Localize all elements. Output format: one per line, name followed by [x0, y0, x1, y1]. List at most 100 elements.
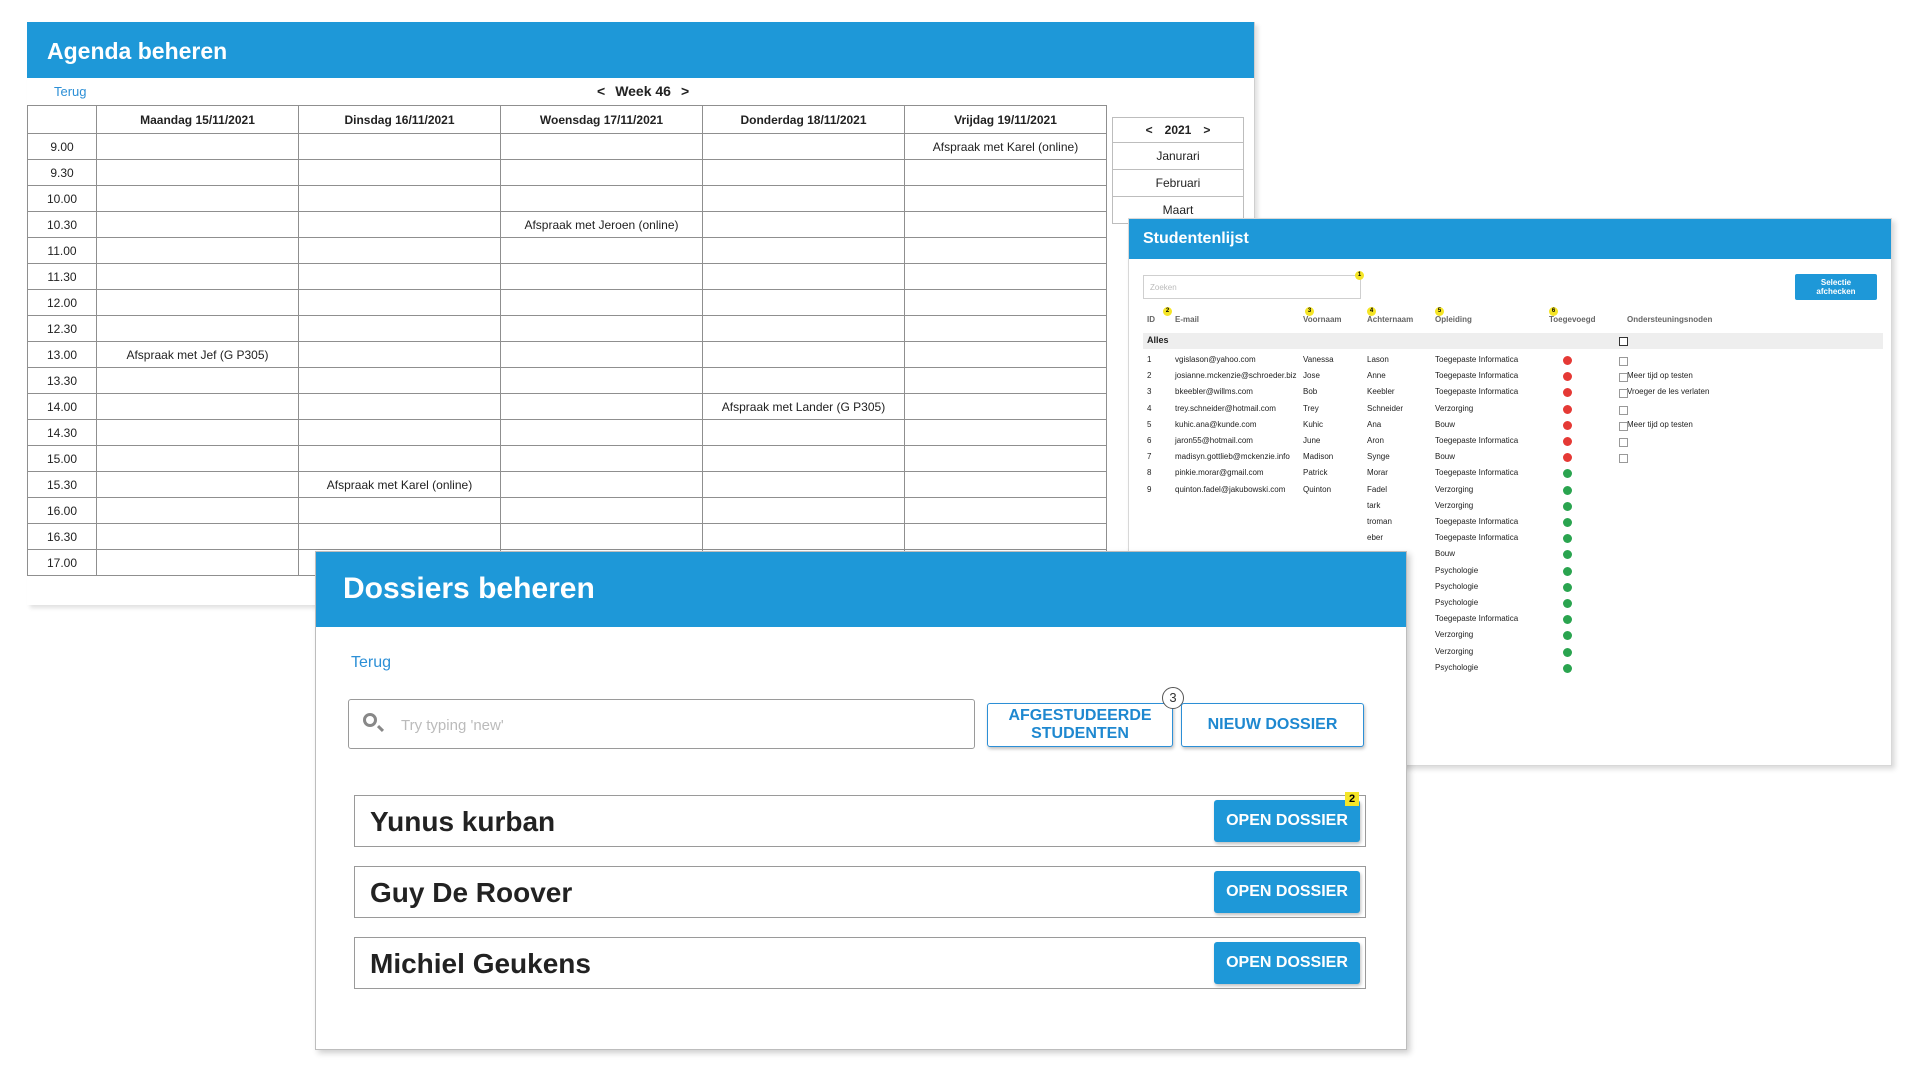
calendar-slot[interactable] [500, 237, 703, 264]
calendar-slot[interactable] [500, 159, 703, 186]
week-prev-button[interactable]: < [597, 83, 605, 99]
calendar-slot[interactable] [298, 159, 501, 186]
calendar-slot[interactable] [96, 133, 299, 160]
calendar-slot[interactable] [96, 393, 299, 420]
calendar-slot[interactable] [702, 159, 905, 186]
graduated-students-button[interactable]: AFGESTUDEERDE STUDENTEN [987, 703, 1173, 747]
calendar-slot[interactable] [904, 445, 1107, 472]
year-prev-button[interactable]: < [1146, 123, 1153, 137]
calendar-slot[interactable] [904, 523, 1107, 550]
uncheck-selection-button[interactable]: Selectie afchecken [1795, 274, 1877, 300]
calendar-slot[interactable] [96, 211, 299, 238]
calendar-slot[interactable] [96, 159, 299, 186]
student-checkbox[interactable] [1619, 373, 1628, 383]
open-dossier-button[interactable]: OPEN DOSSIER [1214, 871, 1360, 913]
student-checkbox[interactable] [1619, 438, 1628, 447]
calendar-slot[interactable] [702, 289, 905, 316]
week-next-button[interactable]: > [681, 83, 689, 99]
student-checkbox[interactable] [1619, 454, 1628, 464]
calendar-slot[interactable] [702, 315, 905, 342]
calendar-slot[interactable] [904, 471, 1107, 498]
calendar-slot[interactable] [904, 393, 1107, 420]
calendar-slot[interactable] [96, 471, 299, 498]
calendar-slot[interactable] [904, 419, 1107, 446]
dossiers-back-link[interactable]: Terug [351, 654, 391, 672]
dossier-search-input[interactable] [399, 712, 963, 738]
calendar-slot[interactable] [298, 341, 501, 368]
calendar-slot[interactable] [500, 315, 703, 342]
calendar-slot[interactable] [298, 393, 501, 420]
calendar-slot[interactable] [96, 237, 299, 264]
calendar-slot[interactable] [904, 367, 1107, 394]
calendar-slot[interactable] [298, 185, 501, 212]
calendar-slot[interactable] [298, 211, 501, 238]
calendar-slot[interactable] [702, 263, 905, 290]
calendar-slot[interactable] [702, 419, 905, 446]
col-id[interactable]: ID [1147, 315, 1155, 324]
student-checkbox[interactable] [1619, 357, 1628, 366]
calendar-slot[interactable] [298, 419, 501, 446]
month-item[interactable]: Janurari [1112, 143, 1244, 170]
calendar-slot[interactable] [702, 445, 905, 472]
col-study[interactable]: Opleiding [1435, 315, 1472, 324]
calendar-slot[interactable] [500, 419, 703, 446]
agenda-back-link[interactable]: Terug [54, 84, 87, 99]
calendar-slot[interactable] [298, 289, 501, 316]
calendar-slot[interactable] [96, 185, 299, 212]
calendar-slot[interactable] [904, 211, 1107, 238]
calendar-slot[interactable] [298, 237, 501, 264]
calendar-slot[interactable] [298, 523, 501, 550]
calendar-slot[interactable] [96, 445, 299, 472]
calendar-slot[interactable] [298, 315, 501, 342]
year-next-button[interactable]: > [1203, 123, 1210, 137]
calendar-slot[interactable]: Afspraak met Karel (online) [904, 133, 1107, 160]
calendar-slot[interactable] [702, 237, 905, 264]
calendar-slot[interactable] [702, 367, 905, 394]
calendar-slot[interactable] [500, 393, 703, 420]
calendar-slot[interactable] [904, 315, 1107, 342]
calendar-slot[interactable] [298, 133, 501, 160]
col-firstname[interactable]: Voornaam [1303, 315, 1342, 324]
calendar-slot[interactable] [500, 523, 703, 550]
appointment[interactable]: Afspraak met Karel (online) [327, 478, 472, 492]
calendar-slot[interactable]: Afspraak met Lander (G P305) [702, 393, 905, 420]
col-email[interactable]: E-mail [1175, 315, 1199, 324]
calendar-slot[interactable] [904, 237, 1107, 264]
appointment[interactable]: Afspraak met Jef (G P305) [126, 348, 268, 362]
calendar-slot[interactable] [500, 289, 703, 316]
calendar-slot[interactable] [702, 133, 905, 160]
calendar-slot[interactable] [500, 367, 703, 394]
student-checkbox[interactable] [1619, 421, 1628, 431]
student-checkbox[interactable] [1619, 389, 1628, 399]
appointment[interactable]: Afspraak met Jeroen (online) [524, 218, 678, 232]
calendar-slot[interactable] [500, 133, 703, 160]
calendar-slot[interactable] [904, 185, 1107, 212]
appointment[interactable]: Afspraak met Karel (online) [933, 140, 1078, 154]
calendar-slot[interactable] [702, 523, 905, 550]
calendar-slot[interactable] [702, 341, 905, 368]
student-search-input[interactable]: Zoeken [1143, 275, 1361, 299]
calendar-slot[interactable] [904, 497, 1107, 524]
calendar-slot[interactable] [500, 471, 703, 498]
open-dossier-button[interactable]: OPEN DOSSIER [1214, 800, 1360, 842]
calendar-slot[interactable] [96, 367, 299, 394]
col-support-needs[interactable]: Ondersteuningsnoden [1627, 315, 1712, 324]
calendar-slot[interactable]: Afspraak met Jef (G P305) [96, 341, 299, 368]
col-lastname[interactable]: Achternaam [1367, 315, 1413, 324]
student-checkbox[interactable] [1619, 405, 1628, 415]
calendar-slot[interactable] [702, 185, 905, 212]
calendar-slot[interactable] [298, 367, 501, 394]
calendar-slot[interactable] [500, 263, 703, 290]
calendar-slot[interactable] [904, 289, 1107, 316]
calendar-slot[interactable] [904, 263, 1107, 290]
calendar-slot[interactable] [298, 263, 501, 290]
new-dossier-button[interactable]: NIEUW DOSSIER [1181, 703, 1364, 747]
calendar-slot[interactable] [904, 159, 1107, 186]
col-added[interactable]: Toegevoegd [1549, 315, 1596, 324]
calendar-slot[interactable] [96, 263, 299, 290]
calendar-slot[interactable]: Afspraak met Karel (online) [298, 471, 501, 498]
calendar-slot[interactable] [500, 445, 703, 472]
calendar-slot[interactable] [702, 471, 905, 498]
calendar-slot[interactable] [500, 497, 703, 524]
calendar-slot[interactable] [500, 185, 703, 212]
